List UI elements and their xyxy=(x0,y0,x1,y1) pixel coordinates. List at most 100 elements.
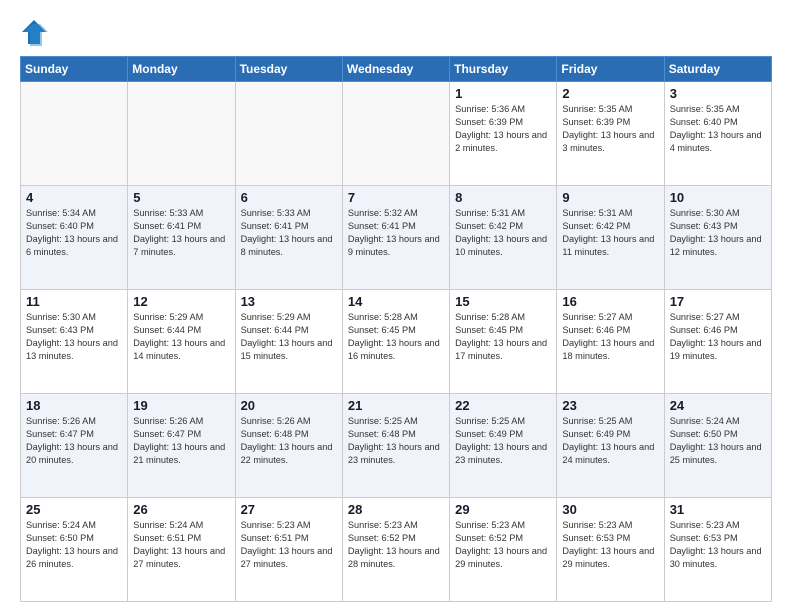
logo-icon xyxy=(20,18,48,46)
day-info: Sunrise: 5:33 AMSunset: 6:41 PMDaylight:… xyxy=(133,207,229,259)
day-info: Sunrise: 5:35 AMSunset: 6:40 PMDaylight:… xyxy=(670,103,766,155)
calendar-cell: 20 Sunrise: 5:26 AMSunset: 6:48 PMDayligh… xyxy=(235,394,342,498)
weekday-header: Sunday xyxy=(21,57,128,82)
day-number: 23 xyxy=(562,398,658,413)
day-number: 9 xyxy=(562,190,658,205)
day-info: Sunrise: 5:25 AMSunset: 6:48 PMDaylight:… xyxy=(348,415,444,467)
weekday-header: Friday xyxy=(557,57,664,82)
day-info: Sunrise: 5:30 AMSunset: 6:43 PMDaylight:… xyxy=(26,311,122,363)
day-number: 17 xyxy=(670,294,766,309)
day-info: Sunrise: 5:24 AMSunset: 6:50 PMDaylight:… xyxy=(26,519,122,571)
day-info: Sunrise: 5:23 AMSunset: 6:53 PMDaylight:… xyxy=(562,519,658,571)
day-info: Sunrise: 5:29 AMSunset: 6:44 PMDaylight:… xyxy=(241,311,337,363)
day-number: 12 xyxy=(133,294,229,309)
calendar-cell: 12Sunrise: 5:29 AMSunset: 6:44 PMDayligh… xyxy=(128,290,235,394)
calendar-cell: 28 Sunrise: 5:23 AMSunset: 6:52 PMDayligh… xyxy=(342,498,449,602)
day-info: Sunrise: 5:24 AMSunset: 6:50 PMDaylight:… xyxy=(670,415,766,467)
weekday-header: Monday xyxy=(128,57,235,82)
day-number: 4 xyxy=(26,190,122,205)
day-info: Sunrise: 5:25 AMSunset: 6:49 PMDaylight:… xyxy=(562,415,658,467)
day-info: Sunrise: 5:24 AMSunset: 6:51 PMDaylight:… xyxy=(133,519,229,571)
calendar-cell: 18 Sunrise: 5:26 AMSunset: 6:47 PMDayligh… xyxy=(21,394,128,498)
day-number: 8 xyxy=(455,190,551,205)
day-number: 19 xyxy=(133,398,229,413)
day-info: Sunrise: 5:31 AMSunset: 6:42 PMDaylight:… xyxy=(562,207,658,259)
day-info: Sunrise: 5:31 AMSunset: 6:42 PMDaylight:… xyxy=(455,207,551,259)
calendar-cell: 19Sunrise: 5:26 AMSunset: 6:47 PMDayligh… xyxy=(128,394,235,498)
calendar-week-row: 1Sunrise: 5:36 AMSunset: 6:39 PMDaylight… xyxy=(21,82,772,186)
calendar-cell: 11 Sunrise: 5:30 AMSunset: 6:43 PMDayligh… xyxy=(21,290,128,394)
calendar-cell: 17Sunrise: 5:27 AMSunset: 6:46 PMDayligh… xyxy=(664,290,771,394)
day-number: 21 xyxy=(348,398,444,413)
day-number: 29 xyxy=(455,502,551,517)
day-number: 11 xyxy=(26,294,122,309)
day-info: Sunrise: 5:26 AMSunset: 6:48 PMDaylight:… xyxy=(241,415,337,467)
calendar-cell: 29 Sunrise: 5:23 AMSunset: 6:52 PMDayligh… xyxy=(450,498,557,602)
weekday-header: Saturday xyxy=(664,57,771,82)
calendar-cell xyxy=(235,82,342,186)
calendar-cell: 5 Sunrise: 5:33 AMSunset: 6:41 PMDaylight… xyxy=(128,186,235,290)
day-info: Sunrise: 5:23 AMSunset: 6:52 PMDaylight:… xyxy=(348,519,444,571)
calendar-cell: 3 Sunrise: 5:35 AMSunset: 6:40 PMDaylight… xyxy=(664,82,771,186)
calendar-cell: 4 Sunrise: 5:34 AMSunset: 6:40 PMDaylight… xyxy=(21,186,128,290)
calendar-week-row: 4 Sunrise: 5:34 AMSunset: 6:40 PMDaylight… xyxy=(21,186,772,290)
day-number: 7 xyxy=(348,190,444,205)
day-info: Sunrise: 5:23 AMSunset: 6:51 PMDaylight:… xyxy=(241,519,337,571)
calendar-cell: 9 Sunrise: 5:31 AMSunset: 6:42 PMDaylight… xyxy=(557,186,664,290)
calendar-cell xyxy=(128,82,235,186)
calendar-cell: 2 Sunrise: 5:35 AMSunset: 6:39 PMDaylight… xyxy=(557,82,664,186)
weekday-header: Thursday xyxy=(450,57,557,82)
day-info: Sunrise: 5:36 AMSunset: 6:39 PMDaylight:… xyxy=(455,103,551,155)
day-info: Sunrise: 5:26 AMSunset: 6:47 PMDaylight:… xyxy=(26,415,122,467)
day-number: 28 xyxy=(348,502,444,517)
day-number: 3 xyxy=(670,86,766,101)
calendar-cell: 31 Sunrise: 5:23 AMSunset: 6:53 PMDayligh… xyxy=(664,498,771,602)
calendar-cell: 16 Sunrise: 5:27 AMSunset: 6:46 PMDayligh… xyxy=(557,290,664,394)
calendar-cell: 6 Sunrise: 5:33 AMSunset: 6:41 PMDaylight… xyxy=(235,186,342,290)
calendar-cell: 26 Sunrise: 5:24 AMSunset: 6:51 PMDayligh… xyxy=(128,498,235,602)
day-number: 10 xyxy=(670,190,766,205)
day-number: 22 xyxy=(455,398,551,413)
day-info: Sunrise: 5:33 AMSunset: 6:41 PMDaylight:… xyxy=(241,207,337,259)
calendar-week-row: 25 Sunrise: 5:24 AMSunset: 6:50 PMDayligh… xyxy=(21,498,772,602)
calendar-cell: 14Sunrise: 5:28 AMSunset: 6:45 PMDayligh… xyxy=(342,290,449,394)
calendar-cell: 23 Sunrise: 5:25 AMSunset: 6:49 PMDayligh… xyxy=(557,394,664,498)
day-info: Sunrise: 5:23 AMSunset: 6:53 PMDaylight:… xyxy=(670,519,766,571)
calendar-cell: 7 Sunrise: 5:32 AMSunset: 6:41 PMDaylight… xyxy=(342,186,449,290)
day-number: 5 xyxy=(133,190,229,205)
day-number: 20 xyxy=(241,398,337,413)
calendar-week-row: 11 Sunrise: 5:30 AMSunset: 6:43 PMDayligh… xyxy=(21,290,772,394)
calendar-cell: 22Sunrise: 5:25 AMSunset: 6:49 PMDayligh… xyxy=(450,394,557,498)
calendar-table: SundayMondayTuesdayWednesdayThursdayFrid… xyxy=(20,56,772,602)
calendar-cell: 8 Sunrise: 5:31 AMSunset: 6:42 PMDaylight… xyxy=(450,186,557,290)
day-info: Sunrise: 5:27 AMSunset: 6:46 PMDaylight:… xyxy=(562,311,658,363)
calendar-cell: 1Sunrise: 5:36 AMSunset: 6:39 PMDaylight… xyxy=(450,82,557,186)
day-number: 31 xyxy=(670,502,766,517)
calendar-cell xyxy=(21,82,128,186)
day-info: Sunrise: 5:34 AMSunset: 6:40 PMDaylight:… xyxy=(26,207,122,259)
weekday-header: Tuesday xyxy=(235,57,342,82)
day-number: 13 xyxy=(241,294,337,309)
calendar-cell xyxy=(342,82,449,186)
day-number: 6 xyxy=(241,190,337,205)
calendar-cell: 27Sunrise: 5:23 AMSunset: 6:51 PMDayligh… xyxy=(235,498,342,602)
page: SundayMondayTuesdayWednesdayThursdayFrid… xyxy=(0,0,792,612)
day-info: Sunrise: 5:32 AMSunset: 6:41 PMDaylight:… xyxy=(348,207,444,259)
day-number: 15 xyxy=(455,294,551,309)
day-info: Sunrise: 5:28 AMSunset: 6:45 PMDaylight:… xyxy=(455,311,551,363)
logo xyxy=(20,16,52,46)
calendar-cell: 24Sunrise: 5:24 AMSunset: 6:50 PMDayligh… xyxy=(664,394,771,498)
day-number: 2 xyxy=(562,86,658,101)
day-info: Sunrise: 5:30 AMSunset: 6:43 PMDaylight:… xyxy=(670,207,766,259)
day-number: 30 xyxy=(562,502,658,517)
day-number: 25 xyxy=(26,502,122,517)
day-number: 26 xyxy=(133,502,229,517)
calendar-cell: 13 Sunrise: 5:29 AMSunset: 6:44 PMDayligh… xyxy=(235,290,342,394)
calendar-cell: 25 Sunrise: 5:24 AMSunset: 6:50 PMDayligh… xyxy=(21,498,128,602)
day-info: Sunrise: 5:23 AMSunset: 6:52 PMDaylight:… xyxy=(455,519,551,571)
header xyxy=(20,16,772,46)
day-info: Sunrise: 5:35 AMSunset: 6:39 PMDaylight:… xyxy=(562,103,658,155)
day-number: 16 xyxy=(562,294,658,309)
calendar-week-row: 18 Sunrise: 5:26 AMSunset: 6:47 PMDayligh… xyxy=(21,394,772,498)
day-number: 18 xyxy=(26,398,122,413)
